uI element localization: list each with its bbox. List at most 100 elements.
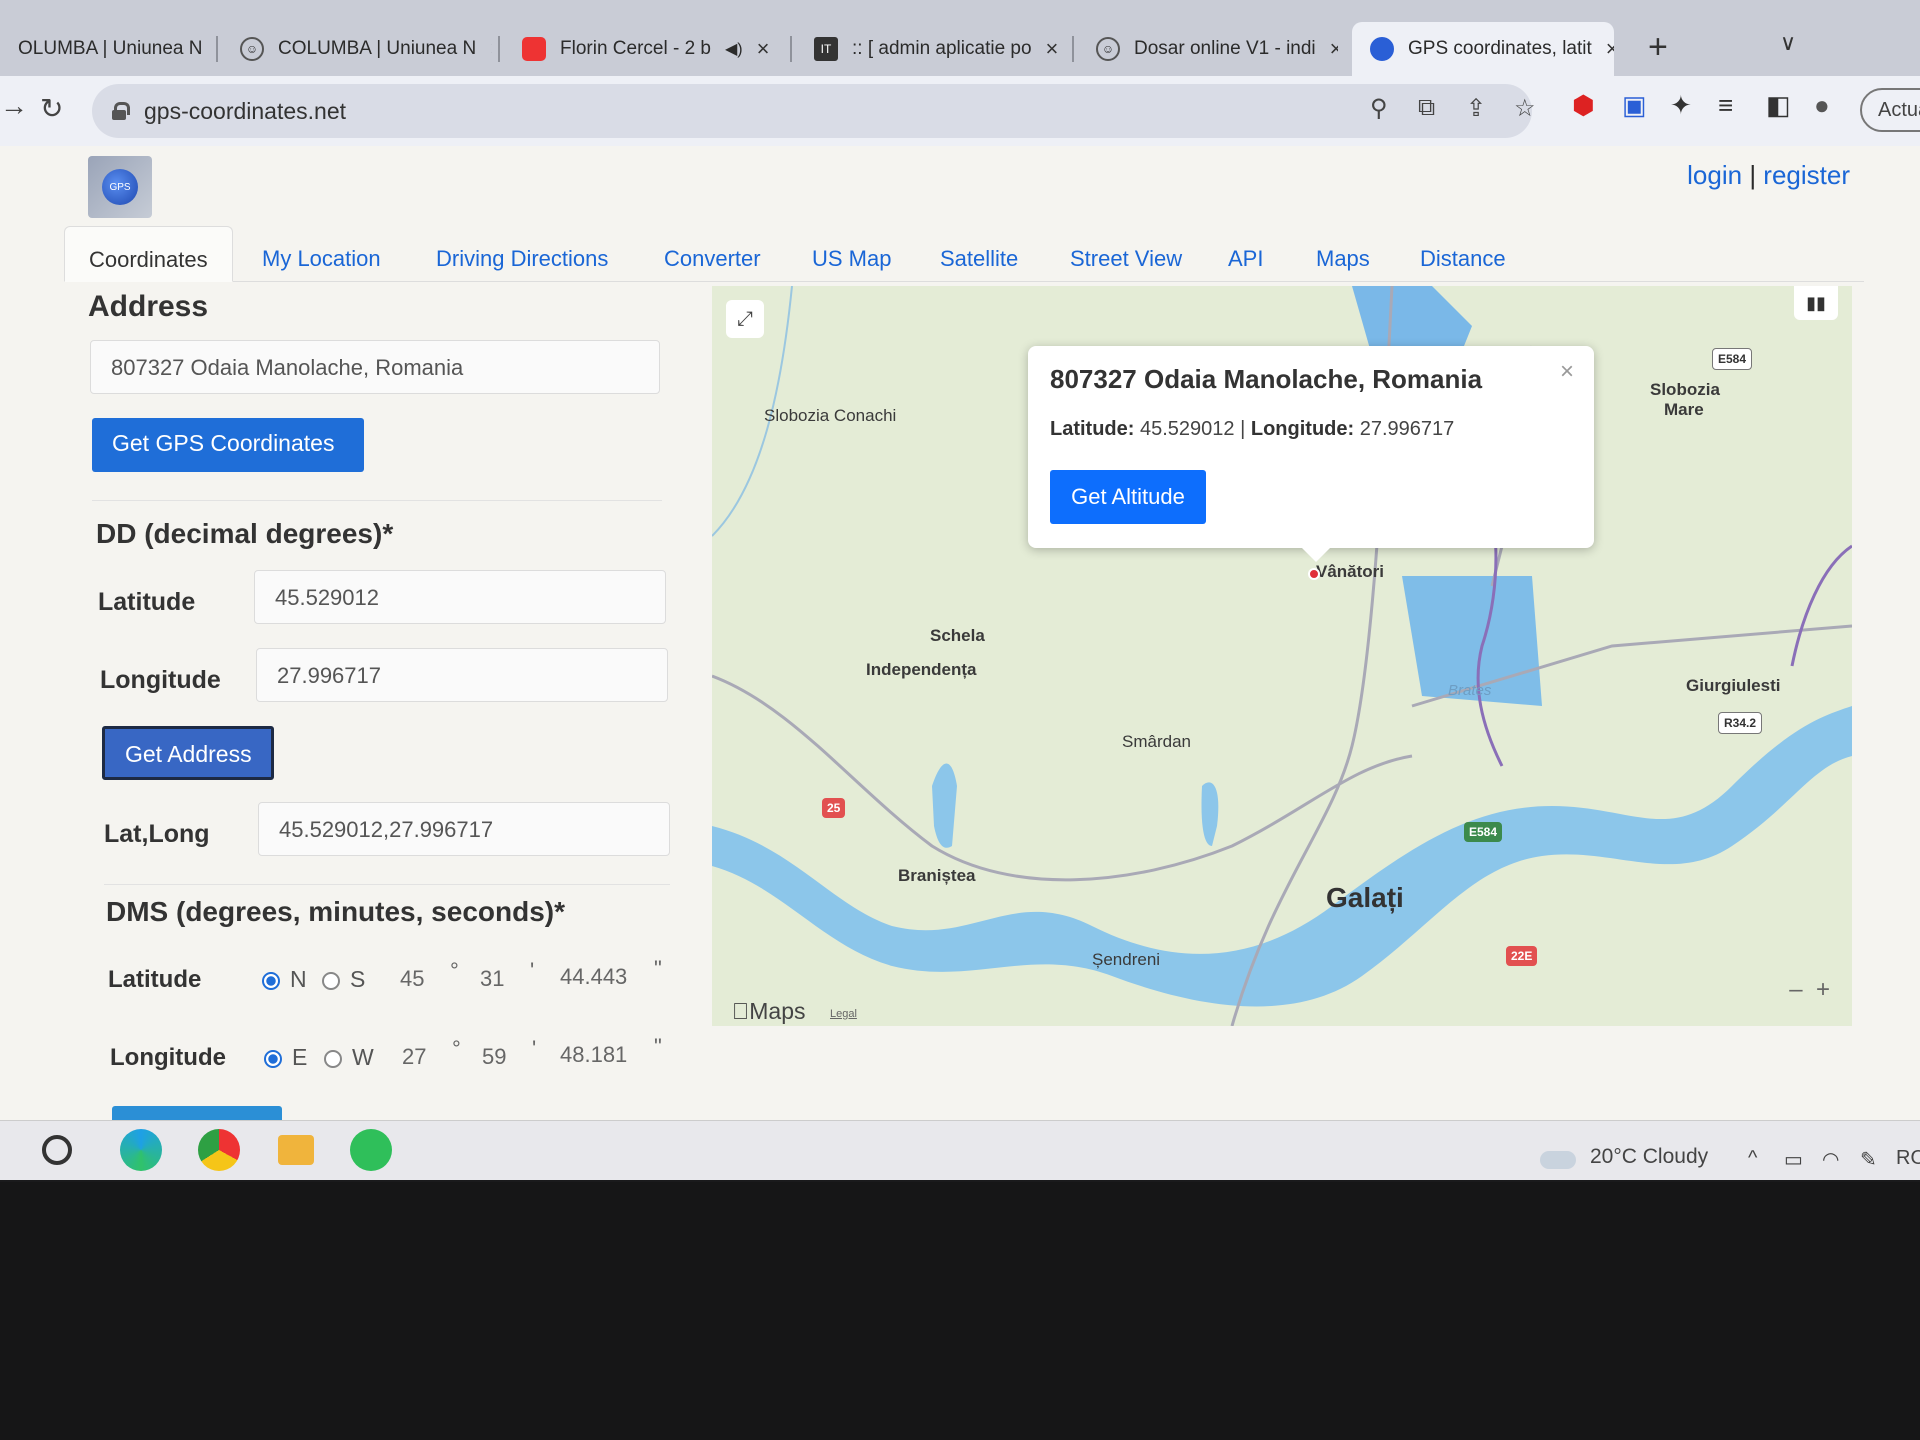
- browser-tab[interactable]: ☺ Dosar online V1 - indi ×: [1078, 22, 1338, 76]
- close-icon[interactable]: ×: [1330, 36, 1338, 62]
- browser-tab[interactable]: Florin Cercel - 2 b ◀) ×: [504, 22, 784, 76]
- browser-tab-active[interactable]: GPS coordinates, latit ×: [1352, 22, 1614, 76]
- url-text[interactable]: gps-coordinates.net: [144, 98, 346, 125]
- zoom-controls[interactable]: – +: [1789, 976, 1830, 1004]
- file-explorer-icon[interactable]: [278, 1135, 314, 1165]
- north-radio[interactable]: [262, 972, 280, 990]
- close-icon[interactable]: ×: [1560, 358, 1574, 386]
- tab-distance[interactable]: Distance: [1420, 226, 1506, 282]
- wifi-icon[interactable]: ◠: [1822, 1147, 1839, 1172]
- extensions-puzzle-icon[interactable]: ✦: [1670, 90, 1692, 121]
- share-icon[interactable]: ⇪: [1466, 94, 1486, 123]
- chevron-up-icon[interactable]: ^: [1748, 1147, 1757, 1170]
- battery-icon[interactable]: ▭: [1784, 1147, 1803, 1172]
- translator-extension-icon[interactable]: ▣: [1622, 90, 1647, 121]
- weather-widget[interactable]: 20°C Cloudy: [1590, 1145, 1708, 1169]
- search-icon[interactable]: [42, 1135, 72, 1165]
- lon-seconds-input[interactable]: 48.181: [560, 1042, 627, 1068]
- get-gps-coordinates-button[interactable]: Get GPS Coordinates: [92, 418, 364, 472]
- city-label-galati: Galați: [1326, 882, 1404, 913]
- tab-my-location[interactable]: My Location: [262, 226, 381, 282]
- tab-satellite[interactable]: Satellite: [940, 226, 1018, 282]
- degree-symbol: °: [452, 1036, 461, 1061]
- place-label: Smârdan: [1122, 732, 1191, 751]
- whatsapp-icon[interactable]: [350, 1129, 392, 1171]
- tab-separator: [790, 36, 792, 62]
- side-panel-icon[interactable]: ◧: [1766, 90, 1791, 121]
- lock-icon[interactable]: [112, 102, 130, 120]
- lat-minutes-input[interactable]: 31: [480, 966, 504, 992]
- tab-search-chevron-icon[interactable]: ∨: [1780, 30, 1796, 56]
- border-line: [1790, 544, 1852, 667]
- map-type-icon[interactable]: ▮▮: [1794, 286, 1838, 320]
- browser-tab[interactable]: OLUMBA | Uniunea N ×: [0, 22, 210, 76]
- west-radio[interactable]: [324, 1050, 342, 1068]
- popup-lon-label: Longitude:: [1250, 418, 1355, 440]
- close-icon[interactable]: ×: [1046, 36, 1059, 62]
- chrome-browser-icon[interactable]: [198, 1129, 240, 1171]
- adblock-extension-icon[interactable]: ⬢: [1572, 90, 1595, 121]
- tab-coordinates[interactable]: Coordinates: [64, 226, 233, 282]
- legal-link[interactable]: Legal: [830, 1008, 857, 1020]
- tab-title: COLUMBA | Uniunea N: [278, 38, 477, 59]
- location-pin-icon[interactable]: ⚲: [1370, 94, 1388, 123]
- youtube-favicon-icon: [522, 37, 546, 61]
- cloud-icon: [1540, 1151, 1576, 1169]
- lon-minutes-input[interactable]: 59: [482, 1044, 506, 1070]
- tab-us-map[interactable]: US Map: [812, 226, 891, 282]
- audio-playing-icon[interactable]: ◀): [725, 39, 743, 59]
- close-icon[interactable]: ×: [490, 36, 492, 62]
- site-nav: Coordinates My Location Driving Directio…: [64, 226, 1864, 282]
- new-tab-plus-icon[interactable]: +: [1648, 28, 1668, 67]
- popup-separator: |: [1240, 418, 1246, 440]
- close-icon[interactable]: ×: [757, 36, 770, 62]
- reload-icon[interactable]: ↻: [40, 92, 63, 125]
- location-marker[interactable]: [1308, 568, 1320, 580]
- browser-tab-strip: OLUMBA | Uniunea N × ☺ COLUMBA | Uniunea…: [0, 0, 1920, 80]
- reading-list-icon[interactable]: ≡: [1718, 90, 1733, 121]
- get-address-button[interactable]: Get Address: [102, 726, 274, 780]
- address-input[interactable]: 807327 Odaia Manolache, Romania: [90, 340, 660, 394]
- lat-seconds-input[interactable]: 44.443: [560, 964, 627, 990]
- language-indicator[interactable]: RO: [1896, 1147, 1920, 1170]
- pen-icon[interactable]: ✎: [1860, 1147, 1877, 1172]
- forward-arrow-icon[interactable]: →: [0, 90, 28, 122]
- east-label: E: [292, 1044, 308, 1070]
- south-radio[interactable]: [322, 972, 340, 990]
- profile-avatar-icon[interactable]: ●: [1814, 90, 1830, 121]
- tab-separator: [216, 36, 218, 62]
- latitude-input[interactable]: 45.529012: [254, 570, 666, 624]
- longitude-label: Longitude: [100, 666, 221, 694]
- east-radio[interactable]: [264, 1050, 282, 1068]
- tab-street-view[interactable]: Street View: [1070, 226, 1182, 282]
- bookmark-star-icon[interactable]: ☆: [1514, 94, 1536, 123]
- close-icon[interactable]: ×: [1606, 36, 1614, 62]
- lat-degrees-input[interactable]: 45: [400, 966, 424, 992]
- longitude-input[interactable]: 27.996717: [256, 648, 668, 702]
- dms-longitude-label: Longitude: [110, 1044, 226, 1071]
- edge-browser-icon[interactable]: [120, 1129, 162, 1171]
- browser-tab[interactable]: IT :: [ admin aplicatie po ×: [796, 22, 1066, 76]
- fullscreen-expand-icon[interactable]: ⤢: [726, 300, 764, 338]
- minute-symbol: ': [532, 1036, 537, 1061]
- browser-tab[interactable]: ☺ COLUMBA | Uniunea N ×: [222, 22, 492, 76]
- login-link[interactable]: login: [1687, 160, 1742, 190]
- latlong-input[interactable]: 45.529012,27.996717: [258, 802, 670, 856]
- gps-favicon-icon: [1370, 37, 1394, 61]
- tab-api[interactable]: API: [1228, 226, 1263, 282]
- site-logo[interactable]: GPS: [88, 156, 152, 218]
- register-link[interactable]: register: [1763, 160, 1850, 190]
- lon-degrees-input[interactable]: 27: [402, 1044, 426, 1070]
- tab-converter[interactable]: Converter: [664, 226, 761, 282]
- tab-maps[interactable]: Maps: [1316, 226, 1370, 282]
- update-button[interactable]: Actua: [1860, 88, 1920, 132]
- place-label: Giurgiulesti: [1686, 676, 1781, 695]
- translate-icon[interactable]: ⧉: [1418, 94, 1435, 122]
- address-bar[interactable]: gps-coordinates.net: [92, 84, 1532, 138]
- tab-separator: [1072, 36, 1074, 62]
- get-altitude-button[interactable]: Get Altitude: [1050, 470, 1206, 524]
- tab-driving-directions[interactable]: Driving Directions: [436, 226, 608, 282]
- road-shield: R34.2: [1718, 712, 1763, 734]
- west-label: W: [352, 1044, 374, 1070]
- map-view[interactable]: Slobozia Conachi Slobozia Mare Vânători …: [712, 286, 1852, 1026]
